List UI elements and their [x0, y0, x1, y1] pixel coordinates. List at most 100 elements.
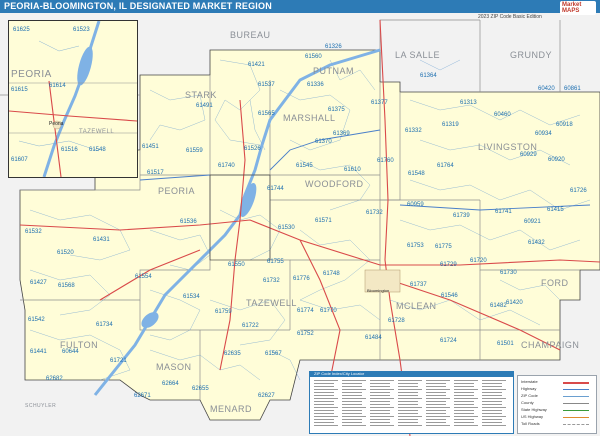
zip-62671: 62627 [258, 393, 275, 399]
inset-city-peoria: Peoria [49, 121, 64, 127]
zip-table-row [426, 398, 450, 399]
edition-label: 2023 ZIP Code Basic Edition [478, 14, 542, 20]
zip-61534: 61759 [215, 309, 232, 315]
inset-zip-61625: 61625 [13, 27, 30, 33]
zip-table-row [314, 386, 334, 387]
zip-table-row [482, 422, 502, 423]
zip-table-row [426, 404, 446, 405]
zip-table-row [482, 398, 506, 399]
zip-table-row [454, 389, 478, 390]
zip-table-row [398, 392, 418, 393]
zip-table-row [454, 395, 474, 396]
zip-table-row [342, 404, 362, 405]
zip-table-row [454, 422, 474, 423]
legend-label: Highway [521, 386, 537, 391]
zip-62655: 62671 [134, 393, 151, 399]
zip-table-row [426, 383, 446, 384]
county-champaign: CHAMPAIGN [521, 340, 580, 350]
zip-table-row [482, 407, 506, 408]
zip-table-row [370, 413, 390, 414]
legend-swatch [563, 396, 589, 397]
zip-table-row [398, 404, 418, 405]
zip-table-row [454, 425, 478, 426]
zip-60959: 61726 [570, 188, 587, 194]
zip-61732: 61748 [323, 271, 340, 277]
zip-table-row [398, 386, 418, 387]
zip-table-row [426, 413, 446, 414]
zip-table-row [482, 410, 502, 411]
zip-table-row [342, 383, 362, 384]
zip-table-row [426, 422, 446, 423]
zip-table-row [398, 395, 418, 396]
zip-60920: 60920 [548, 157, 565, 163]
zip-table-row [482, 395, 502, 396]
zip-61571: 61530 [278, 225, 295, 231]
county-menard: MENARD [210, 404, 253, 414]
zip-62664: 62655 [192, 386, 209, 392]
zip-table-row [342, 413, 362, 414]
zip-61736: 61737 [410, 282, 427, 288]
zip-60460: 60460 [494, 112, 511, 118]
inset-canvas [9, 21, 137, 177]
zip-table-row [482, 392, 502, 393]
zip-table-row [454, 407, 478, 408]
map-legend: Interstate Highway ZIP Code County State… [517, 375, 597, 434]
zip-61753: 61775 [435, 244, 452, 250]
zip-table-row [482, 404, 502, 405]
zip-table-row [482, 389, 506, 390]
publisher-logo[interactable]: Market MAPS [560, 1, 596, 15]
zip-table-row [426, 392, 446, 393]
zip-table-column [426, 380, 452, 430]
legend-label: US Highway [521, 414, 544, 419]
zip-61774: 61770 [320, 308, 337, 314]
map-frame: 61625 61523 PEORIA 61615 61614 Peoria TA… [0, 0, 600, 436]
zip-61740: 61548 [408, 171, 425, 177]
zip-table-row [398, 383, 418, 384]
inset-zip-61616: 61516 [61, 147, 78, 153]
zip-table-row [398, 389, 422, 390]
zip-61739: 61741 [495, 209, 512, 215]
zip-table-row [314, 410, 334, 411]
map-title: PEORIA-BLOOMINGTON, IL DESIGNATED MARKET… [4, 1, 272, 11]
inset-zip-61610: 61548 [89, 147, 106, 153]
zip-table-row [398, 401, 418, 402]
zip-table-row [314, 416, 338, 417]
peoria-inset-map[interactable]: 61625 61523 PEORIA 61615 61614 Peoria TA… [8, 20, 138, 178]
zip-61548: 61744 [267, 186, 284, 192]
zip-table-row [482, 401, 502, 402]
zip-table-row [370, 419, 390, 420]
county-woodford: WOODFORD [305, 179, 364, 189]
zip-61604: 61740 [218, 163, 235, 169]
zip-table-row [426, 425, 450, 426]
zip-table-row [398, 407, 422, 408]
zip-table-row [342, 425, 366, 426]
zip-table-column [454, 380, 480, 430]
county-bureau: BUREAU [230, 30, 271, 40]
zip-table-row [370, 416, 394, 417]
inset-county-peoria: PEORIA [11, 69, 52, 80]
zip-table-row [370, 389, 394, 390]
zip-table-row [454, 380, 478, 381]
zip-61536: 61571 [315, 218, 332, 224]
zip-table-row [398, 416, 422, 417]
zip-table-row [342, 380, 366, 381]
city-bloomington: Bloomington [367, 288, 390, 293]
zip-60934: 60934 [535, 131, 552, 137]
zip-table-row [398, 413, 418, 414]
zip-code-index-table[interactable]: ZIP Code Index/City Locator [309, 371, 514, 434]
county-marshall: MARSHALL [283, 113, 336, 123]
zip-table-row [342, 386, 362, 387]
zip-table-row [342, 392, 362, 393]
county-mclean: MCLEAN [396, 301, 437, 311]
zip-61517: 61517 [147, 170, 164, 176]
zip-table-column [370, 380, 396, 430]
zip-table-row [370, 380, 394, 381]
zip-61744: 60959 [407, 202, 424, 208]
zip-table-row [370, 383, 390, 384]
zip-61760: 61760 [377, 158, 394, 164]
zip-61752: 61724 [440, 338, 457, 344]
zip-61530: 61732 [366, 210, 383, 216]
legend-label: County [521, 400, 534, 405]
zip-61724: 61501 [497, 341, 514, 347]
zip-table-row [398, 419, 418, 420]
